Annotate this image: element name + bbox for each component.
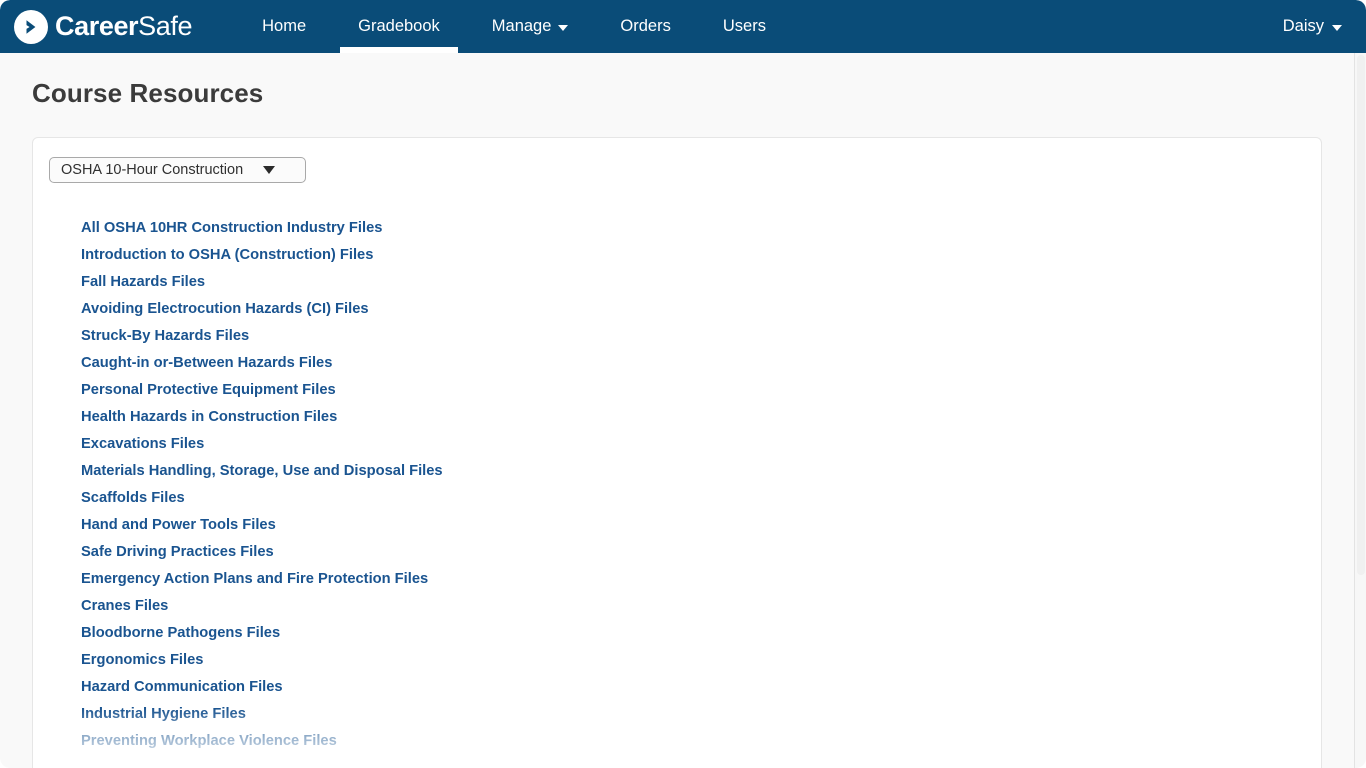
top-navigation-bar: CareerSafe Home Gradebook Manage Orders … bbox=[0, 0, 1366, 53]
chevron-down-icon bbox=[558, 25, 568, 31]
course-select-value: OSHA 10-Hour Construction bbox=[61, 162, 243, 178]
nav-item-manage[interactable]: Manage bbox=[466, 0, 595, 53]
page-body: Course Resources OSHA 10-Hour Constructi… bbox=[0, 53, 1354, 768]
page-scrollbar-track[interactable] bbox=[1354, 53, 1366, 768]
chevron-down-icon bbox=[263, 166, 275, 174]
course-resources-card: OSHA 10-Hour Construction All OSHA 10HR … bbox=[32, 137, 1322, 768]
resource-link[interactable]: Caught-in or-Between Hazards Files bbox=[81, 350, 332, 377]
resource-link[interactable]: Fall Hazards Files bbox=[81, 269, 205, 296]
resource-link[interactable]: Excavations Files bbox=[81, 431, 204, 458]
nav-item-users[interactable]: Users bbox=[697, 0, 792, 53]
user-menu[interactable]: Daisy bbox=[1275, 17, 1350, 36]
resource-link[interactable]: Safe Driving Practices Files bbox=[81, 539, 274, 566]
course-select-dropdown[interactable]: OSHA 10-Hour Construction bbox=[49, 157, 306, 183]
brand-text-light: Safe bbox=[138, 11, 192, 41]
nav-right-section: Daisy bbox=[1275, 17, 1350, 36]
app-frame: CareerSafe Home Gradebook Manage Orders … bbox=[0, 0, 1366, 768]
resource-link-list: All OSHA 10HR Construction Industry File… bbox=[81, 215, 1309, 768]
nav-item-home-label: Home bbox=[262, 17, 306, 36]
resource-link[interactable]: Personal Protective Equipment Files bbox=[81, 377, 336, 404]
resource-link[interactable]: Hazard Communication Files bbox=[81, 674, 283, 701]
user-menu-label: Daisy bbox=[1283, 17, 1324, 36]
resource-link[interactable]: Bloodborne Pathogens Files bbox=[81, 620, 280, 647]
main-nav-items: Home Gradebook Manage Orders Users bbox=[236, 0, 792, 53]
brand-text-bold: Career bbox=[55, 11, 138, 41]
resource-link[interactable]: Emergency Action Plans and Fire Protecti… bbox=[81, 566, 428, 593]
resource-link[interactable]: Cranes Files bbox=[81, 593, 168, 620]
resource-link[interactable]: Materials Handling, Storage, Use and Dis… bbox=[81, 458, 443, 485]
brand-text: CareerSafe bbox=[55, 13, 192, 40]
nav-item-users-label: Users bbox=[723, 17, 766, 36]
resource-link[interactable]: Introduction to OSHA (Construction) File… bbox=[81, 242, 373, 269]
resource-link[interactable]: Preventing Workplace Violence Files bbox=[81, 728, 337, 755]
nav-item-orders-label: Orders bbox=[620, 17, 670, 36]
page-title: Course Resources bbox=[32, 78, 263, 109]
resource-link[interactable]: Ergonomics Files bbox=[81, 647, 203, 674]
nav-item-home[interactable]: Home bbox=[236, 0, 332, 53]
resource-link[interactable]: Struck-By Hazards Files bbox=[81, 323, 249, 350]
chevron-down-icon bbox=[1332, 25, 1342, 31]
resource-link[interactable]: Avoiding Electrocution Hazards (CI) File… bbox=[81, 296, 369, 323]
nav-item-gradebook[interactable]: Gradebook bbox=[332, 0, 466, 53]
resource-link[interactable]: All OSHA 10HR Construction Industry File… bbox=[81, 215, 382, 242]
nav-item-gradebook-label: Gradebook bbox=[358, 17, 440, 36]
resource-link[interactable]: Hand and Power Tools Files bbox=[81, 512, 276, 539]
brand-logo[interactable]: CareerSafe bbox=[14, 10, 192, 44]
chevron-right-circle-icon bbox=[14, 10, 48, 44]
resource-link[interactable]: Scaffolds Files bbox=[81, 485, 185, 512]
nav-item-orders[interactable]: Orders bbox=[594, 0, 696, 53]
nav-item-manage-label: Manage bbox=[492, 17, 552, 36]
resource-link[interactable]: Industrial Hygiene Files bbox=[81, 701, 246, 728]
page-scrollbar-thumb[interactable] bbox=[1357, 55, 1365, 575]
resource-link[interactable]: Health Hazards in Construction Files bbox=[81, 404, 337, 431]
